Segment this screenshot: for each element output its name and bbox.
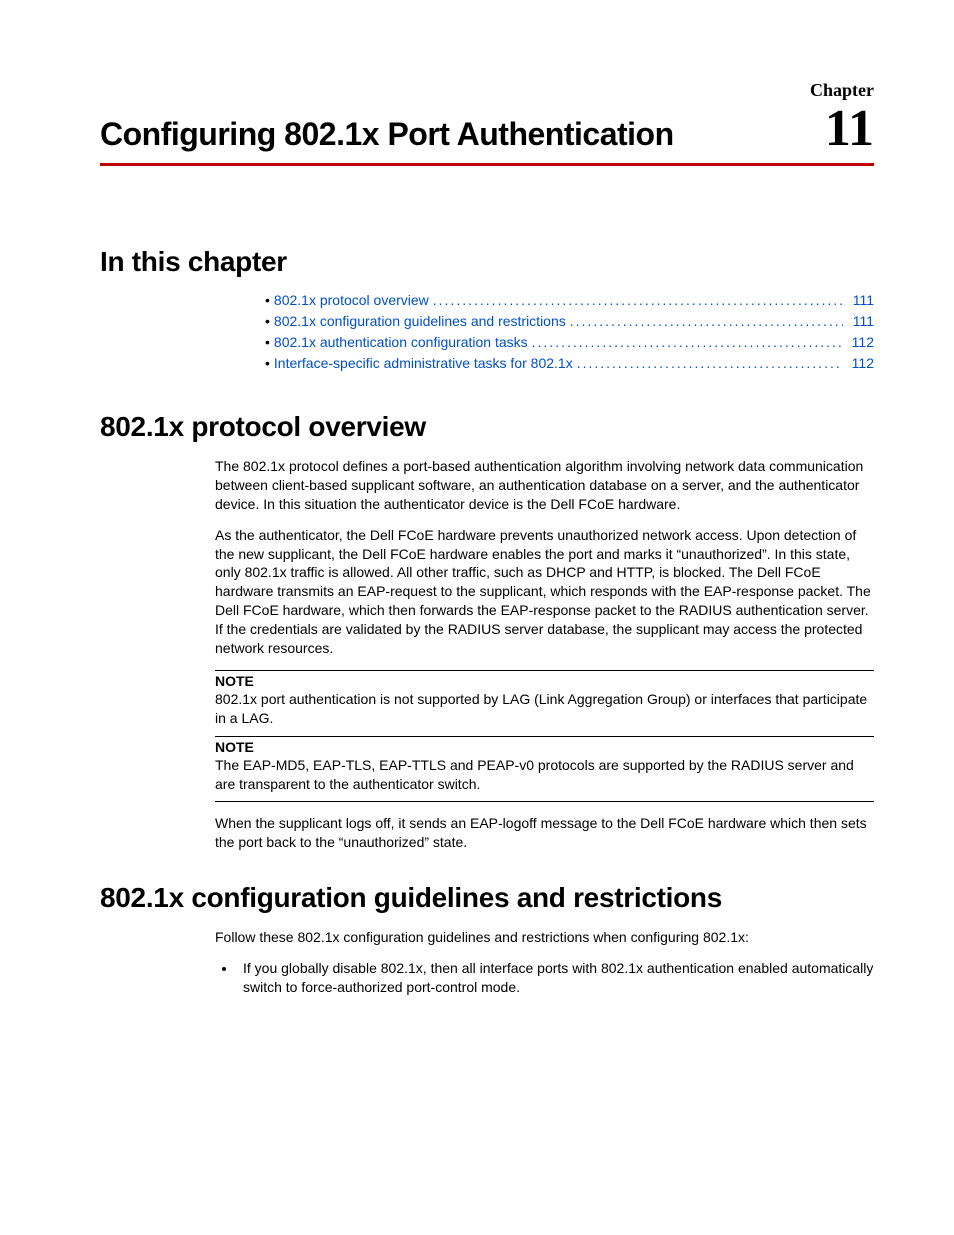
toc-leader	[570, 313, 843, 329]
paragraph: When the supplicant logs off, it sends a…	[215, 814, 874, 852]
guidelines-body: Follow these 802.1x configuration guidel…	[215, 928, 874, 997]
chapter-label: Chapter	[100, 80, 874, 101]
table-of-contents: • 802.1x protocol overview 111 • 802.1x …	[265, 292, 874, 371]
chapter-title: Configuring 802.1x Port Authentication	[100, 116, 674, 153]
overview-body: The 802.1x protocol defines a port-based…	[215, 457, 874, 852]
section-in-this-chapter: In this chapter	[100, 246, 874, 278]
note-label: NOTE	[215, 739, 874, 755]
bullet-icon: •	[265, 313, 270, 329]
note-text: 802.1x port authentication is not suppor…	[215, 690, 874, 728]
note-rule	[215, 736, 874, 737]
chapter-title-row: Configuring 802.1x Port Authentication 1…	[100, 103, 874, 166]
paragraph: As the authenticator, the Dell FCoE hard…	[215, 526, 874, 658]
paragraph: The 802.1x protocol defines a port-based…	[215, 457, 874, 514]
note-rule	[215, 801, 874, 802]
toc-item: • 802.1x configuration guidelines and re…	[265, 313, 874, 329]
toc-leader	[577, 355, 842, 371]
toc-link[interactable]: 802.1x configuration guidelines and rest…	[274, 313, 566, 329]
paragraph: Follow these 802.1x configuration guidel…	[215, 928, 874, 947]
toc-page[interactable]: 112	[846, 355, 874, 371]
toc-page[interactable]: 111	[847, 313, 874, 329]
bullet-icon: •	[265, 355, 270, 371]
chapter-number: 11	[825, 103, 874, 155]
bullet-icon: •	[265, 292, 270, 308]
toc-item: • Interface-specific administrative task…	[265, 355, 874, 371]
note-rule	[215, 670, 874, 671]
toc-leader	[532, 334, 842, 350]
toc-page[interactable]: 112	[846, 334, 874, 350]
toc-link[interactable]: 802.1x authentication configuration task…	[274, 334, 528, 350]
toc-item: • 802.1x protocol overview 111	[265, 292, 874, 308]
page-root: Chapter Configuring 802.1x Port Authenti…	[0, 0, 954, 1063]
note-label: NOTE	[215, 673, 874, 689]
toc-leader	[433, 292, 843, 308]
guidelines-list: If you globally disable 802.1x, then all…	[237, 959, 874, 997]
toc-link[interactable]: 802.1x protocol overview	[274, 292, 429, 308]
section-guidelines: 802.1x configuration guidelines and rest…	[100, 882, 874, 914]
section-overview: 802.1x protocol overview	[100, 411, 874, 443]
toc-item: • 802.1x authentication configuration ta…	[265, 334, 874, 350]
toc-link[interactable]: Interface-specific administrative tasks …	[274, 355, 573, 371]
note-text: The EAP-MD5, EAP-TLS, EAP-TTLS and PEAP-…	[215, 756, 874, 794]
toc-page[interactable]: 111	[847, 292, 874, 308]
bullet-icon: •	[265, 334, 270, 350]
list-item: If you globally disable 802.1x, then all…	[237, 959, 874, 997]
